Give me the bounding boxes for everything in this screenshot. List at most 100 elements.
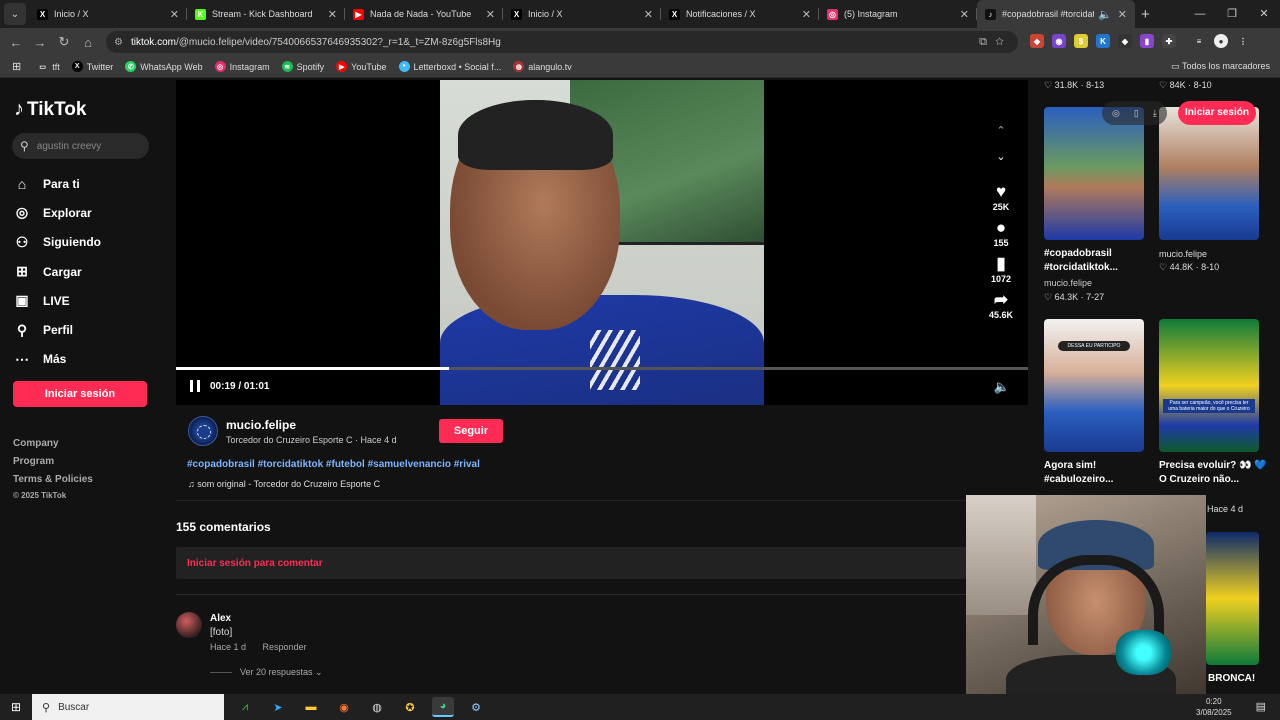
- apps-grid-icon[interactable]: ⊞: [12, 60, 21, 73]
- extension-diamond-icon[interactable]: ◆: [1118, 34, 1132, 48]
- chevron-down-icon[interactable]: ⌄: [986, 150, 1016, 176]
- comment-author[interactable]: Alex: [210, 613, 231, 624]
- extensions-puzzle-icon[interactable]: ✚: [1162, 34, 1176, 48]
- sidebar-item-perfil[interactable]: ⚲ Perfil: [14, 315, 101, 344]
- share-action[interactable]: ➦ 45.6K: [986, 290, 1016, 320]
- extension-twitch-icon[interactable]: ◉: [1052, 34, 1066, 48]
- telegram-app-icon[interactable]: ➤: [267, 697, 289, 717]
- bookmark-star-icon[interactable]: ⧉☆: [979, 36, 1012, 49]
- profile-avatar-icon[interactable]: ●: [1214, 34, 1228, 48]
- taskbar-search[interactable]: ⚲ Buscar: [32, 694, 224, 720]
- header-login-button[interactable]: Iniciar sesión: [1178, 101, 1256, 125]
- media-control-icon[interactable]: ≡: [1192, 34, 1206, 48]
- sidebar-item-live[interactable]: ▣ LIVE: [14, 286, 101, 315]
- browser-tab[interactable]: K Stream - Kick Dashboard ✕: [187, 0, 345, 28]
- steam-app-icon[interactable]: ⚙: [465, 697, 487, 717]
- sidebar-item-m-s[interactable]: ⋯ Más: [14, 345, 101, 374]
- footer-link-program[interactable]: Program: [13, 453, 93, 471]
- bookmark-item[interactable]: ✆ WhatsApp Web: [125, 61, 203, 72]
- close-tab-icon[interactable]: ✕: [328, 8, 337, 21]
- login-button[interactable]: Iniciar sesión: [13, 381, 147, 407]
- tiktok-logo[interactable]: ♪ TikTok: [14, 98, 86, 121]
- minimize-icon[interactable]: —: [1184, 0, 1216, 28]
- stock-chart-app-icon[interactable]: ⩘: [234, 697, 256, 717]
- comment-action[interactable]: ● 155: [986, 218, 1016, 248]
- close-tab-icon[interactable]: ✕: [486, 8, 495, 21]
- related-caption[interactable]: BRONCA!: [1208, 672, 1280, 686]
- close-tab-icon[interactable]: ✕: [1118, 8, 1127, 21]
- volume-icon[interactable]: 🔈: [994, 379, 1010, 395]
- author-avatar[interactable]: [188, 416, 218, 446]
- bookmark-item[interactable]: X Twitter: [71, 61, 113, 72]
- sidebar-item-cargar[interactable]: ⊞ Cargar: [14, 257, 101, 286]
- bookmark-item[interactable]: ◎ Instagram: [214, 61, 270, 72]
- chrome-app-icon[interactable]: ◕: [432, 697, 454, 717]
- video-hashtags[interactable]: #copadobrasil #torcidatiktok #futebol #s…: [187, 459, 480, 470]
- new-tab-button[interactable]: +: [1141, 6, 1150, 23]
- footer-link-company[interactable]: Company: [13, 435, 93, 453]
- video-frame[interactable]: [440, 80, 764, 405]
- bookmark-item[interactable]: ▭ tft: [37, 61, 60, 72]
- bookmark-item[interactable]: • Letterboxd • Social f...: [398, 61, 501, 72]
- footer-link-terms[interactable]: Terms & Policies: [13, 471, 93, 489]
- search-input[interactable]: ⚲ agustin creevy: [12, 133, 149, 159]
- related-thumbnail[interactable]: DESSA EU PARTICIPO: [1044, 319, 1144, 452]
- extension-fox-icon[interactable]: ◆: [1030, 34, 1044, 48]
- sidebar-item-siguiendo[interactable]: ⚇ Siguiendo: [14, 228, 101, 257]
- related-caption[interactable]: #copadobrasil #torcidatiktok...: [1044, 247, 1154, 275]
- bookmark-item[interactable]: ◍ alangulo.tv: [513, 61, 572, 72]
- browser-tab[interactable]: X Inicio / X ✕: [503, 0, 661, 28]
- video-player[interactable]: 00:19 / 01:01 🔈: [176, 80, 1028, 405]
- close-tab-icon[interactable]: ✕: [960, 8, 969, 21]
- author-name[interactable]: mucio.felipe: [226, 418, 397, 432]
- video-music[interactable]: ♫ som original - Torcedor do Cruzeiro Es…: [188, 479, 380, 489]
- sidebar-item-explorar[interactable]: ◎ Explorar: [14, 198, 101, 227]
- extension-k-icon[interactable]: K: [1096, 34, 1110, 48]
- bookmark-item[interactable]: ≋ Spotify: [281, 61, 324, 72]
- follow-button[interactable]: Seguir: [439, 419, 503, 443]
- related-caption[interactable]: Precisa evoluir? 👀 💙 O Cruzeiro não...: [1159, 459, 1269, 487]
- reply-button[interactable]: Responder: [263, 642, 307, 652]
- browser-tab[interactable]: ◎ (5) Instagram ✕: [819, 0, 977, 28]
- save-action[interactable]: ▮ 1072: [986, 254, 1016, 284]
- related-caption[interactable]: mucio.felipe: [1159, 247, 1269, 261]
- tab-search-button[interactable]: ⌄: [4, 3, 26, 25]
- related-thumbnail[interactable]: [1044, 107, 1144, 240]
- home-button-icon[interactable]: ⌂: [76, 35, 100, 50]
- forward-icon[interactable]: →: [28, 35, 52, 50]
- download-icon[interactable]: ⤓: [1153, 108, 1157, 119]
- browser-tab[interactable]: ▶ Nada de Nada - YouTube ✕: [345, 0, 503, 28]
- mute-tab-icon[interactable]: 🔈: [1098, 8, 1112, 21]
- notification-icon[interactable]: ▤: [1256, 700, 1266, 713]
- browser-tab[interactable]: ♪ #copadobrasil #torcidatik 🔈 ✕: [977, 0, 1135, 28]
- related-thumbnail[interactable]: Para ser campeão, você precisa ter uma b…: [1159, 319, 1259, 452]
- back-icon[interactable]: ←: [4, 35, 28, 50]
- address-bar[interactable]: ⚙ tiktok.com/@mucio.felipe/video/7540066…: [106, 31, 1018, 53]
- close-window-icon[interactable]: ✕: [1248, 0, 1280, 28]
- related-caption[interactable]: Agora sim! #cabulozeiro...: [1044, 459, 1154, 487]
- taskbar-clock[interactable]: 0:20 3/08/2025: [1196, 696, 1232, 718]
- bookmark-item[interactable]: ▶ YouTube: [336, 61, 387, 72]
- related-user[interactable]: mucio.felipe: [1044, 278, 1092, 288]
- site-info-icon[interactable]: ⚙: [114, 37, 123, 48]
- browser-tab[interactable]: X Inicio / X ✕: [29, 0, 187, 28]
- comment-avatar[interactable]: [176, 612, 202, 638]
- comment-login-prompt[interactable]: Iniciar sesión para comentar: [176, 547, 976, 579]
- related-thumbnail[interactable]: [1206, 532, 1259, 665]
- reload-icon[interactable]: ↻: [52, 34, 76, 50]
- pause-icon[interactable]: [190, 380, 200, 392]
- compass-icon[interactable]: ◎: [1112, 108, 1120, 119]
- browser-menu-icon[interactable]: ⋮: [1236, 34, 1250, 48]
- extension-dollar-icon[interactable]: $: [1074, 34, 1088, 48]
- device-icon[interactable]: ▯: [1134, 108, 1139, 119]
- close-tab-icon[interactable]: ✕: [802, 8, 811, 21]
- related-thumbnail[interactable]: [1159, 107, 1259, 240]
- close-tab-icon[interactable]: ✕: [170, 8, 179, 21]
- file-explorer-icon[interactable]: ▬: [300, 697, 322, 717]
- video-progress-bar[interactable]: [176, 367, 1028, 370]
- firefox-app-icon[interactable]: ◉: [333, 697, 355, 717]
- view-replies-button[interactable]: Ver 20 respuestas ⌄: [210, 667, 323, 678]
- windows-start-icon[interactable]: ⊞: [0, 700, 32, 714]
- obs-app-icon[interactable]: ◍: [366, 697, 388, 717]
- close-tab-icon[interactable]: ✕: [644, 8, 653, 21]
